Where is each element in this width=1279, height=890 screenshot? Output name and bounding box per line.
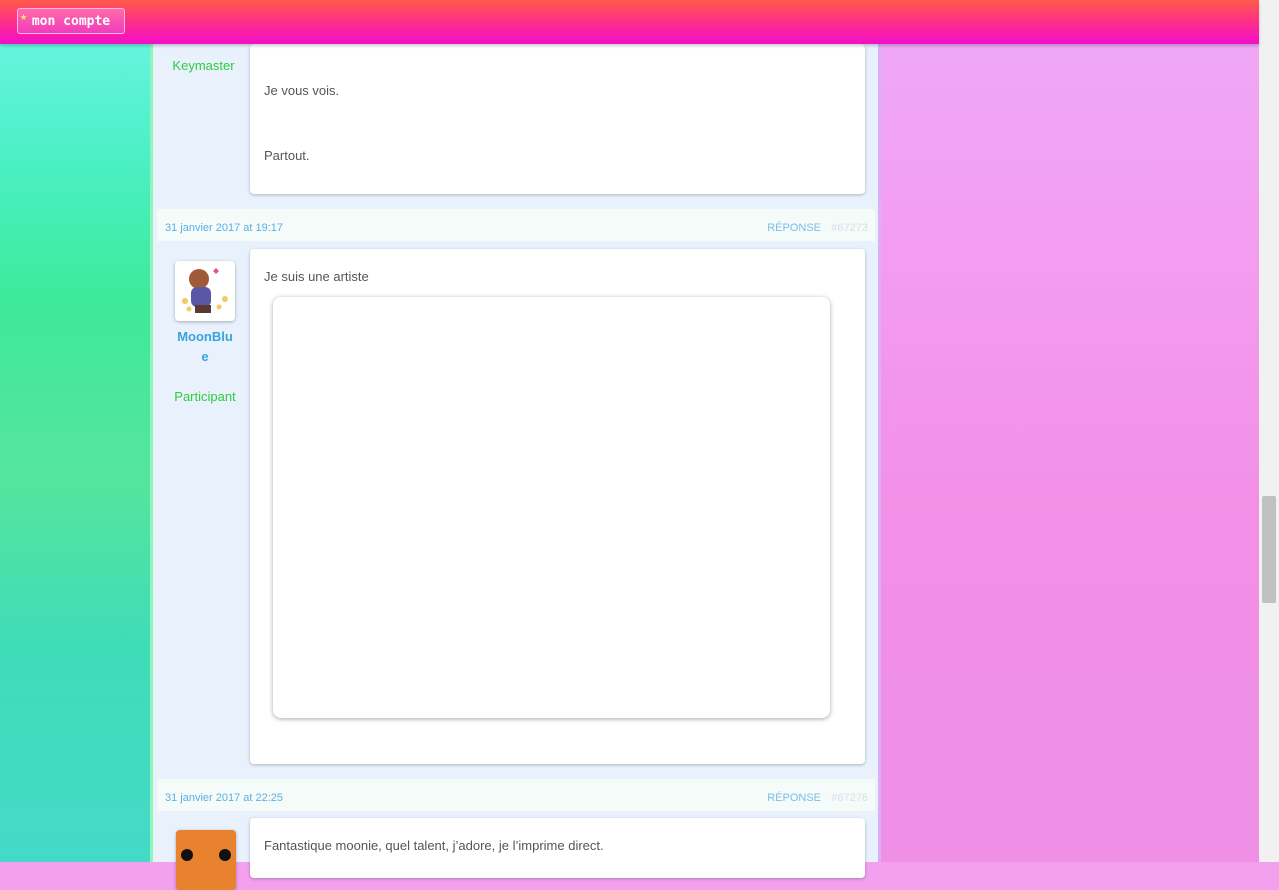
post-image-frame[interactable] — [273, 297, 830, 718]
post-meta-bar: 31 janvier 2017 at 19:17 Réponse #67273 — [157, 209, 875, 241]
scrollbar-thumb[interactable] — [1262, 496, 1276, 603]
post-author-moonblue: MoonBlue Participant — [157, 261, 250, 421]
post-line: Partout. — [264, 148, 310, 163]
avatar-image-icon — [175, 261, 235, 321]
avatar-image-icon — [176, 830, 236, 890]
avatar[interactable] — [176, 830, 236, 890]
page-scrollbar[interactable] — [1259, 0, 1279, 862]
reply-link[interactable]: Réponse — [767, 222, 821, 234]
post-content-2: Je suis une artiste — [250, 249, 865, 764]
post-id-link[interactable]: #67276 — [831, 792, 868, 804]
post-line: Je vous vois. — [264, 83, 340, 98]
post-content-1: Je vous vois. Partout. — [250, 44, 865, 194]
background-left — [0, 0, 150, 862]
author-role: Keymaster — [172, 58, 235, 73]
author-role: Participant — [174, 389, 236, 404]
post-id-link[interactable]: #67273 — [831, 222, 868, 234]
post-text: Fantastique moonie, quel talent, j’adore… — [264, 838, 604, 853]
post-meta-bar: 31 janvier 2017 at 22:25 Réponse #67276 — [157, 779, 875, 811]
post-author-keymaster: Keymaster — [157, 58, 250, 73]
background-right — [881, 0, 1259, 862]
post-date: 31 janvier 2017 at 19:17 — [165, 222, 284, 234]
author-name-link[interactable]: MoonBlue — [177, 327, 233, 367]
top-bar: ★ mon compte — [0, 0, 1259, 44]
post-content-3: Fantastique moonie, quel talent, j’adore… — [250, 818, 865, 878]
my-account-label: mon compte — [31, 14, 111, 29]
star-icon: ★ — [20, 9, 28, 23]
reply-link[interactable]: Réponse — [767, 792, 821, 804]
post-date: 31 janvier 2017 at 22:25 — [165, 792, 284, 804]
avatar[interactable] — [175, 261, 235, 321]
my-account-button[interactable]: ★ mon compte — [17, 8, 125, 34]
post-text: Je suis une artiste — [264, 269, 369, 284]
